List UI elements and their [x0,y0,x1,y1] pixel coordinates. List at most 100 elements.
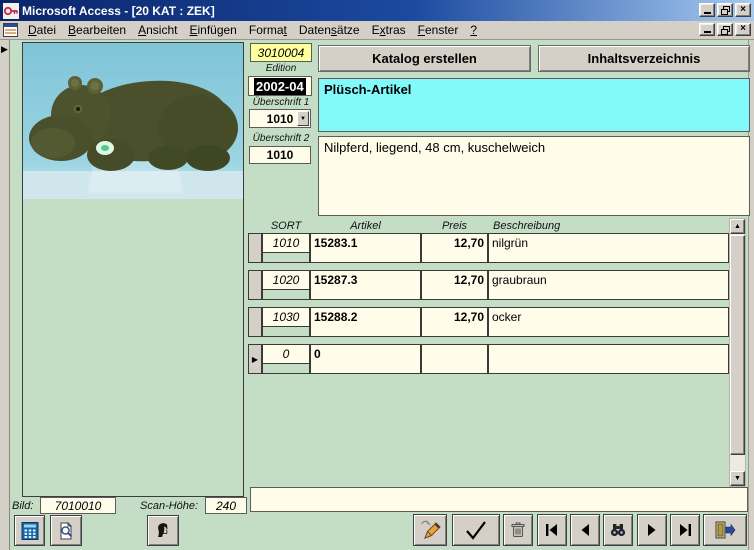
minimize-icon [704,12,711,14]
first-record-button[interactable] [537,514,567,546]
scroll-up-button[interactable]: ▲ [730,219,745,234]
preis-cell[interactable] [421,344,488,374]
previous-record-button[interactable] [570,514,600,546]
print-preview-icon [56,521,76,541]
form-window-icon [3,23,18,37]
menu-bearbeiten[interactable]: Bearbeiten [62,22,132,39]
trash-icon [509,521,527,539]
heading1-combo[interactable]: 1010 ▼ [249,109,311,128]
sort-cell[interactable]: 1010 [262,233,310,253]
subform-scrollbar[interactable]: ▲ ▼ [729,218,746,487]
edition-label: Edition [250,63,312,74]
record-selector[interactable] [248,270,262,300]
next-record-button[interactable] [637,514,667,546]
sort-cell[interactable]: 1030 [262,307,310,327]
find-binoculars-icon [609,522,627,538]
scroll-down-button[interactable]: ▼ [730,471,745,486]
form-record-selector[interactable]: ▶ [0,40,10,550]
beschreibung-cell[interactable] [488,344,729,374]
preis-cell[interactable]: 12,70 [421,270,488,300]
exit-door-icon [714,520,736,540]
subform-footer-field[interactable] [250,487,748,512]
plush-hippo-photo [23,43,243,199]
sort-subcell[interactable] [262,253,310,263]
beschreibung-cell[interactable]: graubraun [488,270,729,300]
inhaltsverzeichnis-button[interactable]: Inhaltsverzeichnis [538,45,750,72]
edition-field[interactable]: 3010004 [250,43,312,62]
scan-hoehe-field[interactable]: 240 [205,497,247,514]
child-close-button[interactable]: × [735,23,751,36]
artikel-cell[interactable]: 0 [310,344,421,374]
confirm-button[interactable] [452,514,500,546]
bild-label: Bild: [12,500,38,512]
period-field[interactable]: 2002-04 [248,76,312,96]
exit-form-button[interactable] [703,514,747,546]
child-minimize-button[interactable] [699,23,715,36]
print-preview-button[interactable] [50,515,82,546]
current-record-icon: ▶ [252,355,258,364]
menu-format[interactable]: Format [243,22,293,39]
pencil-undo-icon [418,518,442,542]
child-restore-button[interactable] [717,23,733,36]
current-record-icon: ▶ [1,44,8,55]
artikel-cell[interactable]: 15287.3 [310,270,421,300]
product-image-frame [22,42,244,497]
katalog-erstellen-button[interactable]: Katalog erstellen [318,45,531,72]
menu-hilfe[interactable]: ? [464,22,483,39]
menu-einfuegen[interactable]: Einfügen [183,22,242,39]
menu-datensaetze[interactable]: Datensätze [293,22,366,39]
current-record-selector[interactable]: ▶ [248,344,262,374]
close-button[interactable]: × [735,3,751,17]
title-bar: Microsoft Access - [20 KAT : ZEK] × [0,0,754,21]
col-header-preis: Preis [421,220,488,232]
heading2-field[interactable]: 1010 [249,146,311,164]
calculator-icon [20,521,40,541]
col-header-sort: SORT [262,220,310,232]
delete-record-button[interactable] [503,514,533,546]
restore-icon [721,26,730,35]
bild-field[interactable]: 7010010 [40,497,116,514]
find-record-button[interactable] [603,514,633,546]
preis-cell[interactable]: 12,70 [421,233,488,263]
last-record-icon [677,523,693,537]
sort-cell[interactable]: 0 [262,344,310,364]
window-title: Microsoft Access - [20 KAT : ZEK] [22,4,215,18]
undo-record-button[interactable] [413,514,447,546]
beschreibung-cell[interactable]: ocker [488,307,729,337]
menu-fenster[interactable]: Fenster [412,22,465,39]
minimize-icon [704,31,711,33]
sort-subcell[interactable] [262,290,310,300]
menu-extras[interactable]: Extras [366,22,412,39]
artikel-cell[interactable]: 15283.1 [310,233,421,263]
calculator-button[interactable] [14,515,45,546]
checkmark-icon [463,519,489,541]
sort-subcell[interactable] [262,327,310,337]
scrollbar-thumb[interactable] [730,235,745,455]
menu-datei[interactable]: Datei [22,22,62,39]
access-window: Microsoft Access - [20 KAT : ZEK] × Date… [0,0,754,550]
sort-subcell[interactable] [262,364,310,374]
artikel-cell[interactable]: 15288.2 [310,307,421,337]
last-record-button[interactable] [670,514,700,546]
category-field[interactable]: Plüsch-Artikel [318,78,750,132]
menu-ansicht[interactable]: Ansicht [132,22,183,39]
heading1-label: Überschrift 1 [244,97,318,108]
scan-hoehe-label: Scan-Höhe: [140,500,202,512]
minimize-button[interactable] [699,3,715,17]
record-selector[interactable] [248,233,262,263]
restore-button[interactable] [717,3,733,17]
description-field[interactable]: Nilpferd, liegend, 48 cm, kuschelweich [318,136,750,216]
person-profile-icon [153,521,173,541]
sort-cell[interactable]: 1020 [262,270,310,290]
restore-icon [721,6,730,15]
period-selected-text: 2002-04 [254,78,306,95]
person-button[interactable] [147,515,179,546]
col-header-beschreibung: Beschreibung [493,220,643,232]
access-key-icon [3,3,19,19]
chevron-down-icon[interactable]: ▼ [297,111,309,126]
record-selector[interactable] [248,307,262,337]
preis-cell[interactable]: 12,70 [421,307,488,337]
previous-record-icon [578,523,592,537]
beschreibung-cell[interactable]: nilgrün [488,233,729,263]
col-header-artikel: Artikel [310,220,421,232]
